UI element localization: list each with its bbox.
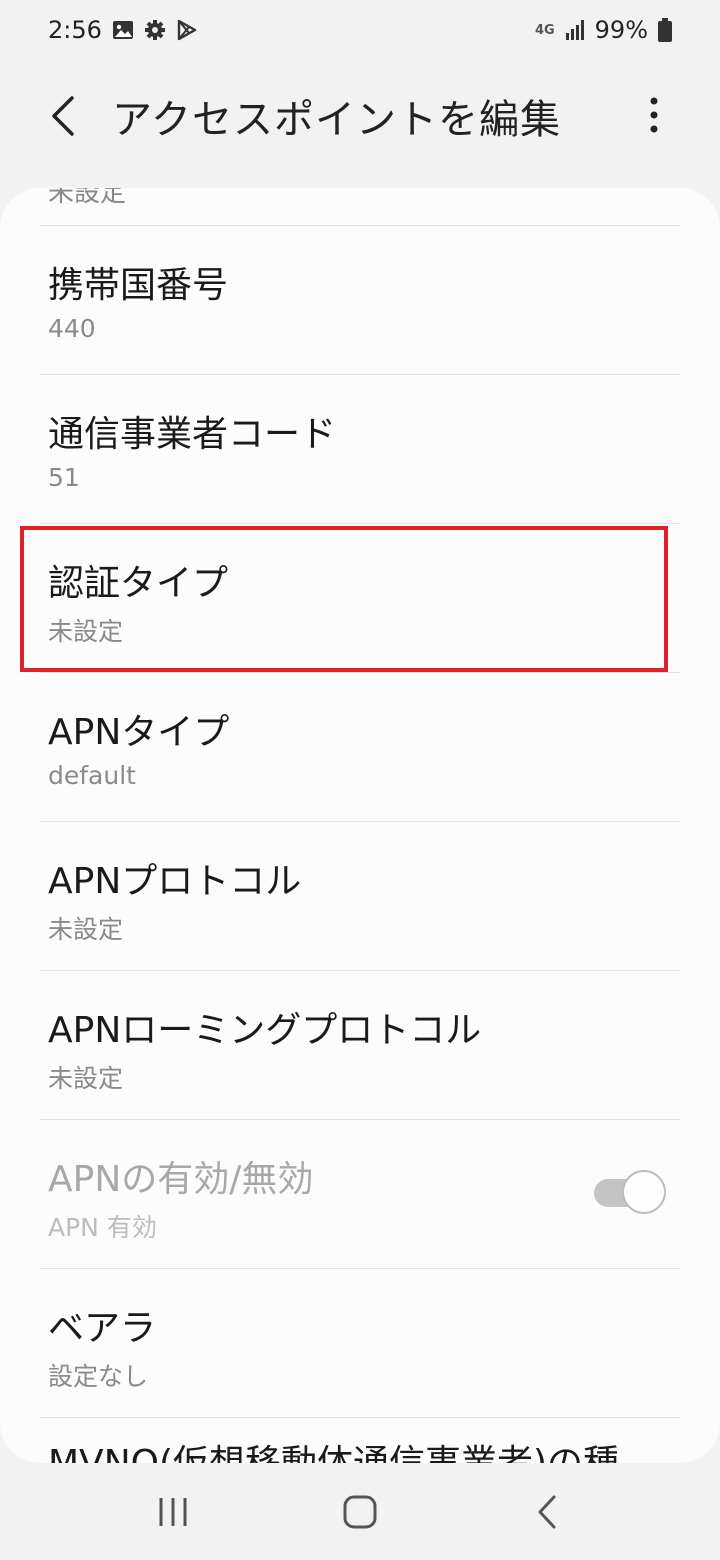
nav-back-button[interactable]: [507, 1472, 587, 1552]
gallery-icon: [112, 20, 134, 40]
list-item-title: ベアラ: [48, 1308, 157, 1349]
battery-percent: 99%: [594, 16, 648, 44]
list-item-title: APNタイプ: [48, 712, 230, 753]
toggle-thumb: [622, 1170, 666, 1214]
divider: [40, 1417, 680, 1418]
play-store-icon: [176, 19, 198, 41]
list-item-title: APNの有効/無効: [48, 1159, 314, 1200]
list-item-peek-top: 未設定: [48, 188, 127, 208]
page-title: アクセスポイントを編集: [112, 97, 561, 143]
app-bar: アクセスポイントを編集: [0, 70, 720, 162]
list-item-title: 通信事業者コード: [48, 414, 337, 455]
status-right: 4G 99%: [535, 16, 672, 44]
gear-icon: [144, 19, 166, 41]
list-item-value: 440: [48, 314, 96, 343]
settings-card: 未設定 携帯国番号 440 通信事業者コード 51 認証タイプ 未設定 APNタ…: [0, 188, 720, 1463]
list-item-mnc[interactable]: 通信事業者コード 51: [0, 375, 720, 523]
status-bar: 2:56 4G 99%: [0, 0, 720, 60]
list-item-peek-bottom[interactable]: MVNO(仮想移動体通信事業者)の種: [48, 1434, 619, 1463]
list-item-apn-type[interactable]: APNタイプ default: [0, 673, 720, 821]
battery-icon: [658, 18, 672, 42]
list-item-title: APNローミングプロトコル: [48, 1010, 482, 1051]
status-time: 2:56: [48, 16, 102, 44]
more-options-button[interactable]: [626, 80, 682, 150]
back-icon: [538, 1495, 556, 1528]
recent-apps-icon: [159, 1497, 187, 1526]
chevron-left-icon: [52, 96, 74, 136]
list-item-value: APN 有効: [48, 1213, 157, 1242]
navigation-bar: [0, 1463, 720, 1560]
signal-icon: [565, 19, 585, 41]
recent-apps-button[interactable]: [133, 1472, 213, 1552]
list-item-apn-enable: APNの有効/無効 APN 有効: [0, 1120, 720, 1268]
list-item-value: 未設定: [48, 915, 124, 944]
list-item-value: 51: [48, 463, 80, 492]
home-button[interactable]: [320, 1472, 400, 1552]
network-type: 4G: [534, 22, 555, 38]
list-item-title: APNプロトコル: [48, 861, 302, 902]
list-item-value: default: [48, 761, 136, 790]
list-item-apn-roaming-protocol[interactable]: APNローミングプロトコル 未設定: [0, 971, 720, 1119]
highlight-box: [20, 526, 668, 672]
back-button[interactable]: [28, 81, 98, 151]
more-vertical-icon: [650, 97, 658, 133]
home-icon: [343, 1495, 377, 1528]
list-item-value: 設定なし: [48, 1362, 149, 1391]
list-item-title: 携帯国番号: [48, 265, 229, 306]
list-item-mcc[interactable]: 携帯国番号 440: [0, 226, 720, 374]
apn-enable-toggle: [594, 1170, 666, 1214]
list-item-value: 未設定: [48, 1064, 124, 1093]
list-item-bearer[interactable]: ベアラ 設定なし: [0, 1269, 720, 1417]
status-left: 2:56: [48, 16, 198, 44]
list-item-apn-protocol[interactable]: APNプロトコル 未設定: [0, 822, 720, 970]
